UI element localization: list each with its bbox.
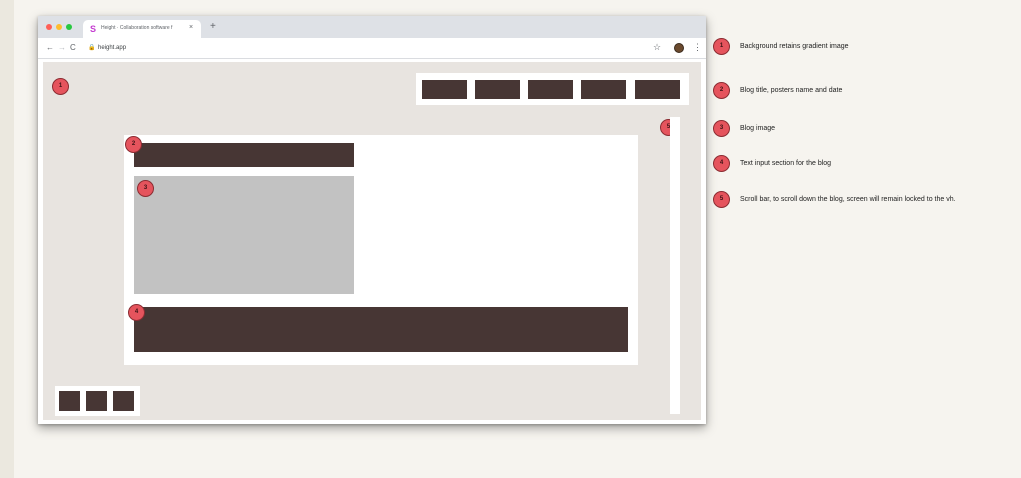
legend-text-4: Text input section for the blog xyxy=(740,160,832,167)
legend-text-3: Blog image xyxy=(740,125,776,132)
legend-text-5: Scroll bar, to scroll down the blog, scr… xyxy=(740,196,956,203)
nav-item-3[interactable] xyxy=(528,80,573,99)
legend-marker-2: 2 xyxy=(713,82,730,99)
lock-icon: 🔒 xyxy=(88,45,96,51)
browser-window: S Height · Collaboration software f × + … xyxy=(38,16,706,424)
annotation-marker-1: 1 xyxy=(52,78,69,95)
nav-item-2[interactable] xyxy=(475,80,520,99)
legend-marker-4: 4 xyxy=(713,155,730,172)
profile-avatar[interactable] xyxy=(674,43,684,53)
legend-marker-5: 5 xyxy=(713,191,730,208)
reload-icon[interactable]: C xyxy=(70,43,76,53)
page-viewport: 1 2 3 4 5 xyxy=(43,62,701,420)
footer-item-2[interactable] xyxy=(86,391,107,411)
tab-close-icon[interactable]: × xyxy=(189,23,193,33)
tab-title: Height · Collaboration software f xyxy=(101,25,173,31)
url-field[interactable]: height.app xyxy=(98,44,126,52)
annotation-marker-2: 2 xyxy=(125,136,142,153)
legend-text-1: Background retains gradient image xyxy=(740,43,849,50)
annotation-marker-3: 3 xyxy=(137,180,154,197)
browser-menu-icon[interactable]: ⋮ xyxy=(693,42,702,53)
legend-marker-3: 3 xyxy=(713,120,730,137)
address-bar: ← → C 🔒 height.app ☆ ⋮ xyxy=(38,38,706,59)
back-arrow-icon[interactable]: ← xyxy=(46,43,54,53)
blog-title-block xyxy=(134,143,354,167)
blog-card: 2 3 4 xyxy=(124,135,638,365)
blog-image-placeholder xyxy=(134,176,354,294)
page-edge-strip xyxy=(0,0,14,478)
window-close-dot[interactable] xyxy=(46,24,52,30)
window-maximize-dot[interactable] xyxy=(66,24,72,30)
top-nav-bar xyxy=(416,73,689,105)
annotation-marker-4: 4 xyxy=(128,304,145,321)
height-favicon-icon: S xyxy=(90,24,97,34)
nav-item-4[interactable] xyxy=(581,80,626,99)
scrollbar[interactable] xyxy=(670,117,680,414)
legend-text-2: Blog title, posters name and date xyxy=(740,87,843,94)
blog-text-input[interactable] xyxy=(134,307,628,352)
nav-item-1[interactable] xyxy=(422,80,467,99)
new-tab-icon[interactable]: + xyxy=(210,21,216,33)
nav-item-5[interactable] xyxy=(635,80,680,99)
footer-bar xyxy=(55,386,140,416)
window-minimize-dot[interactable] xyxy=(56,24,62,30)
browser-tab[interactable]: S Height · Collaboration software f × xyxy=(83,20,201,38)
legend-marker-1: 1 xyxy=(713,38,730,55)
bookmark-star-icon[interactable]: ☆ xyxy=(653,42,661,53)
footer-item-3[interactable] xyxy=(113,391,134,411)
forward-arrow-icon[interactable]: → xyxy=(58,43,66,53)
footer-item-1[interactable] xyxy=(59,391,80,411)
browser-tab-bar: S Height · Collaboration software f × + xyxy=(38,16,706,38)
